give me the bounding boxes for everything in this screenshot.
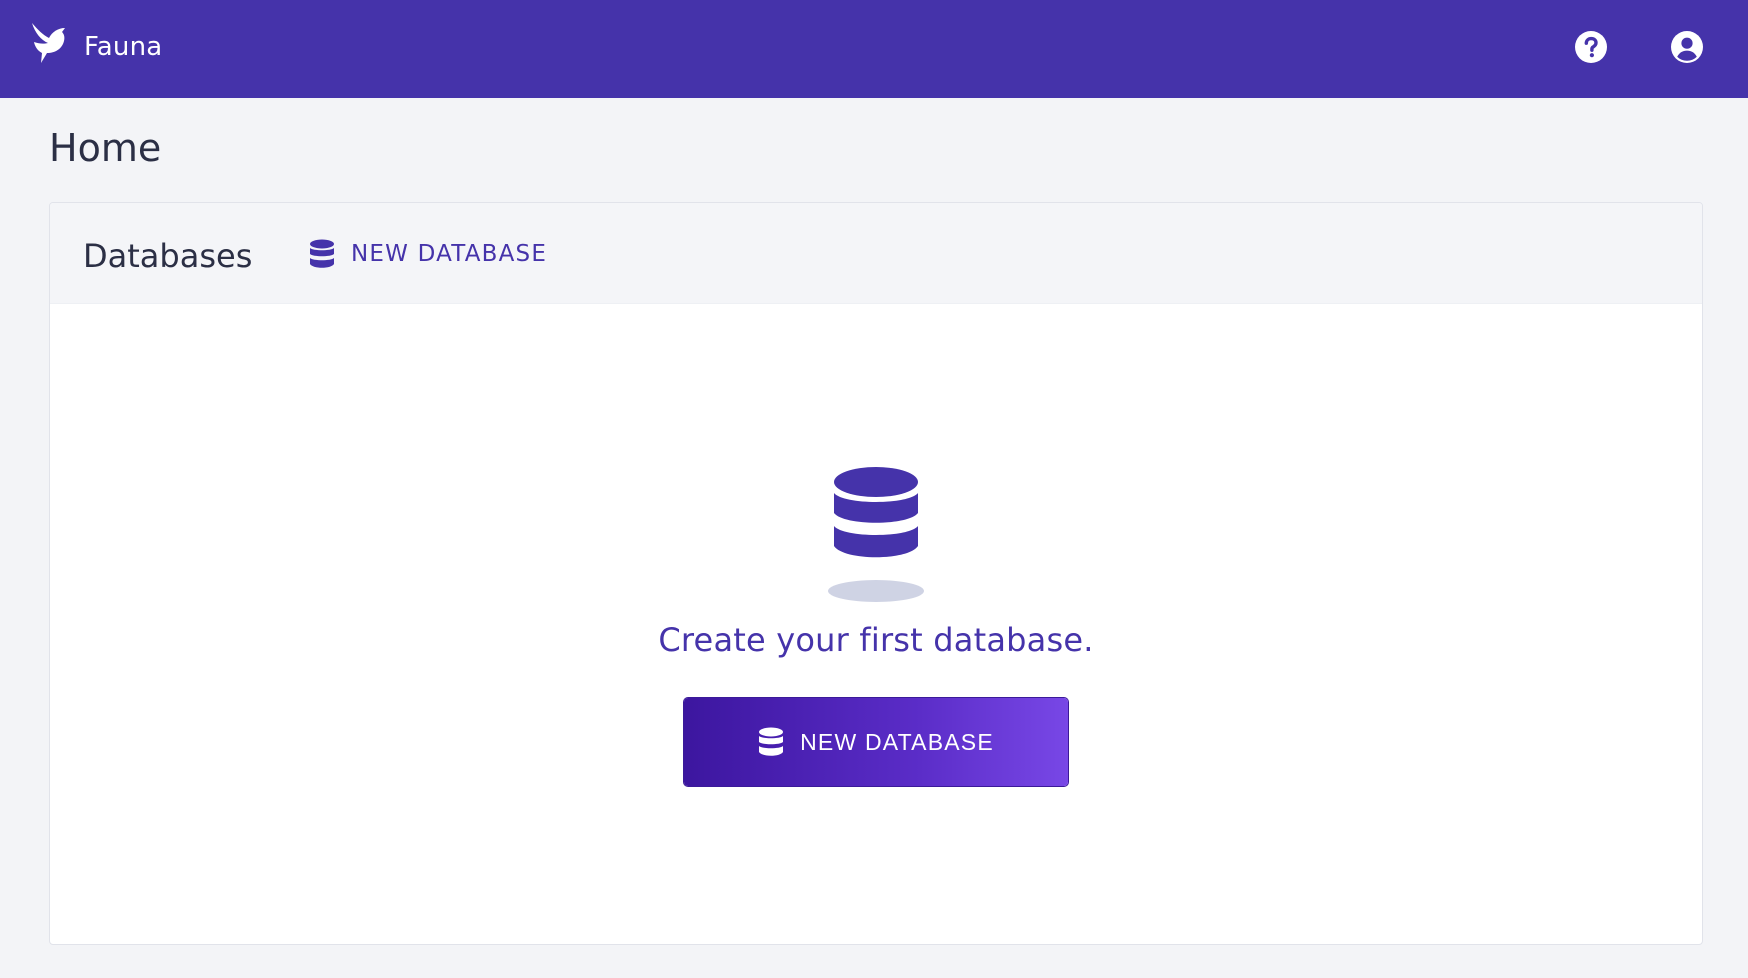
- new-database-button-label: NEW DATABASE: [800, 728, 994, 755]
- question-circle-icon[interactable]: [1574, 30, 1608, 64]
- databases-panel-title: Databases: [83, 237, 253, 275]
- fauna-bird-logo-icon: [32, 23, 65, 63]
- brand[interactable]: Fauna: [31, 22, 162, 64]
- header-new-database-label: NEW DATABASE: [351, 241, 548, 267]
- databases-panel-header: Databases NEW DATABASE: [50, 203, 1702, 304]
- page-title: Home: [49, 126, 162, 170]
- empty-state-message: Create your first database.: [658, 621, 1094, 659]
- top-navigation-bar: Fauna: [0, 0, 1748, 98]
- header-new-database-button[interactable]: NEW DATABASE: [309, 239, 547, 269]
- database-icon: [310, 239, 334, 268]
- new-database-button[interactable]: NEW DATABASE: [684, 698, 1068, 786]
- app-name: Fauna: [84, 32, 163, 62]
- database-icon: [759, 727, 784, 756]
- user-circle-icon[interactable]: [1670, 30, 1704, 64]
- databases-panel: Databases NEW DATABASE Create your first…: [49, 202, 1703, 945]
- database-stack-icon: [825, 463, 927, 603]
